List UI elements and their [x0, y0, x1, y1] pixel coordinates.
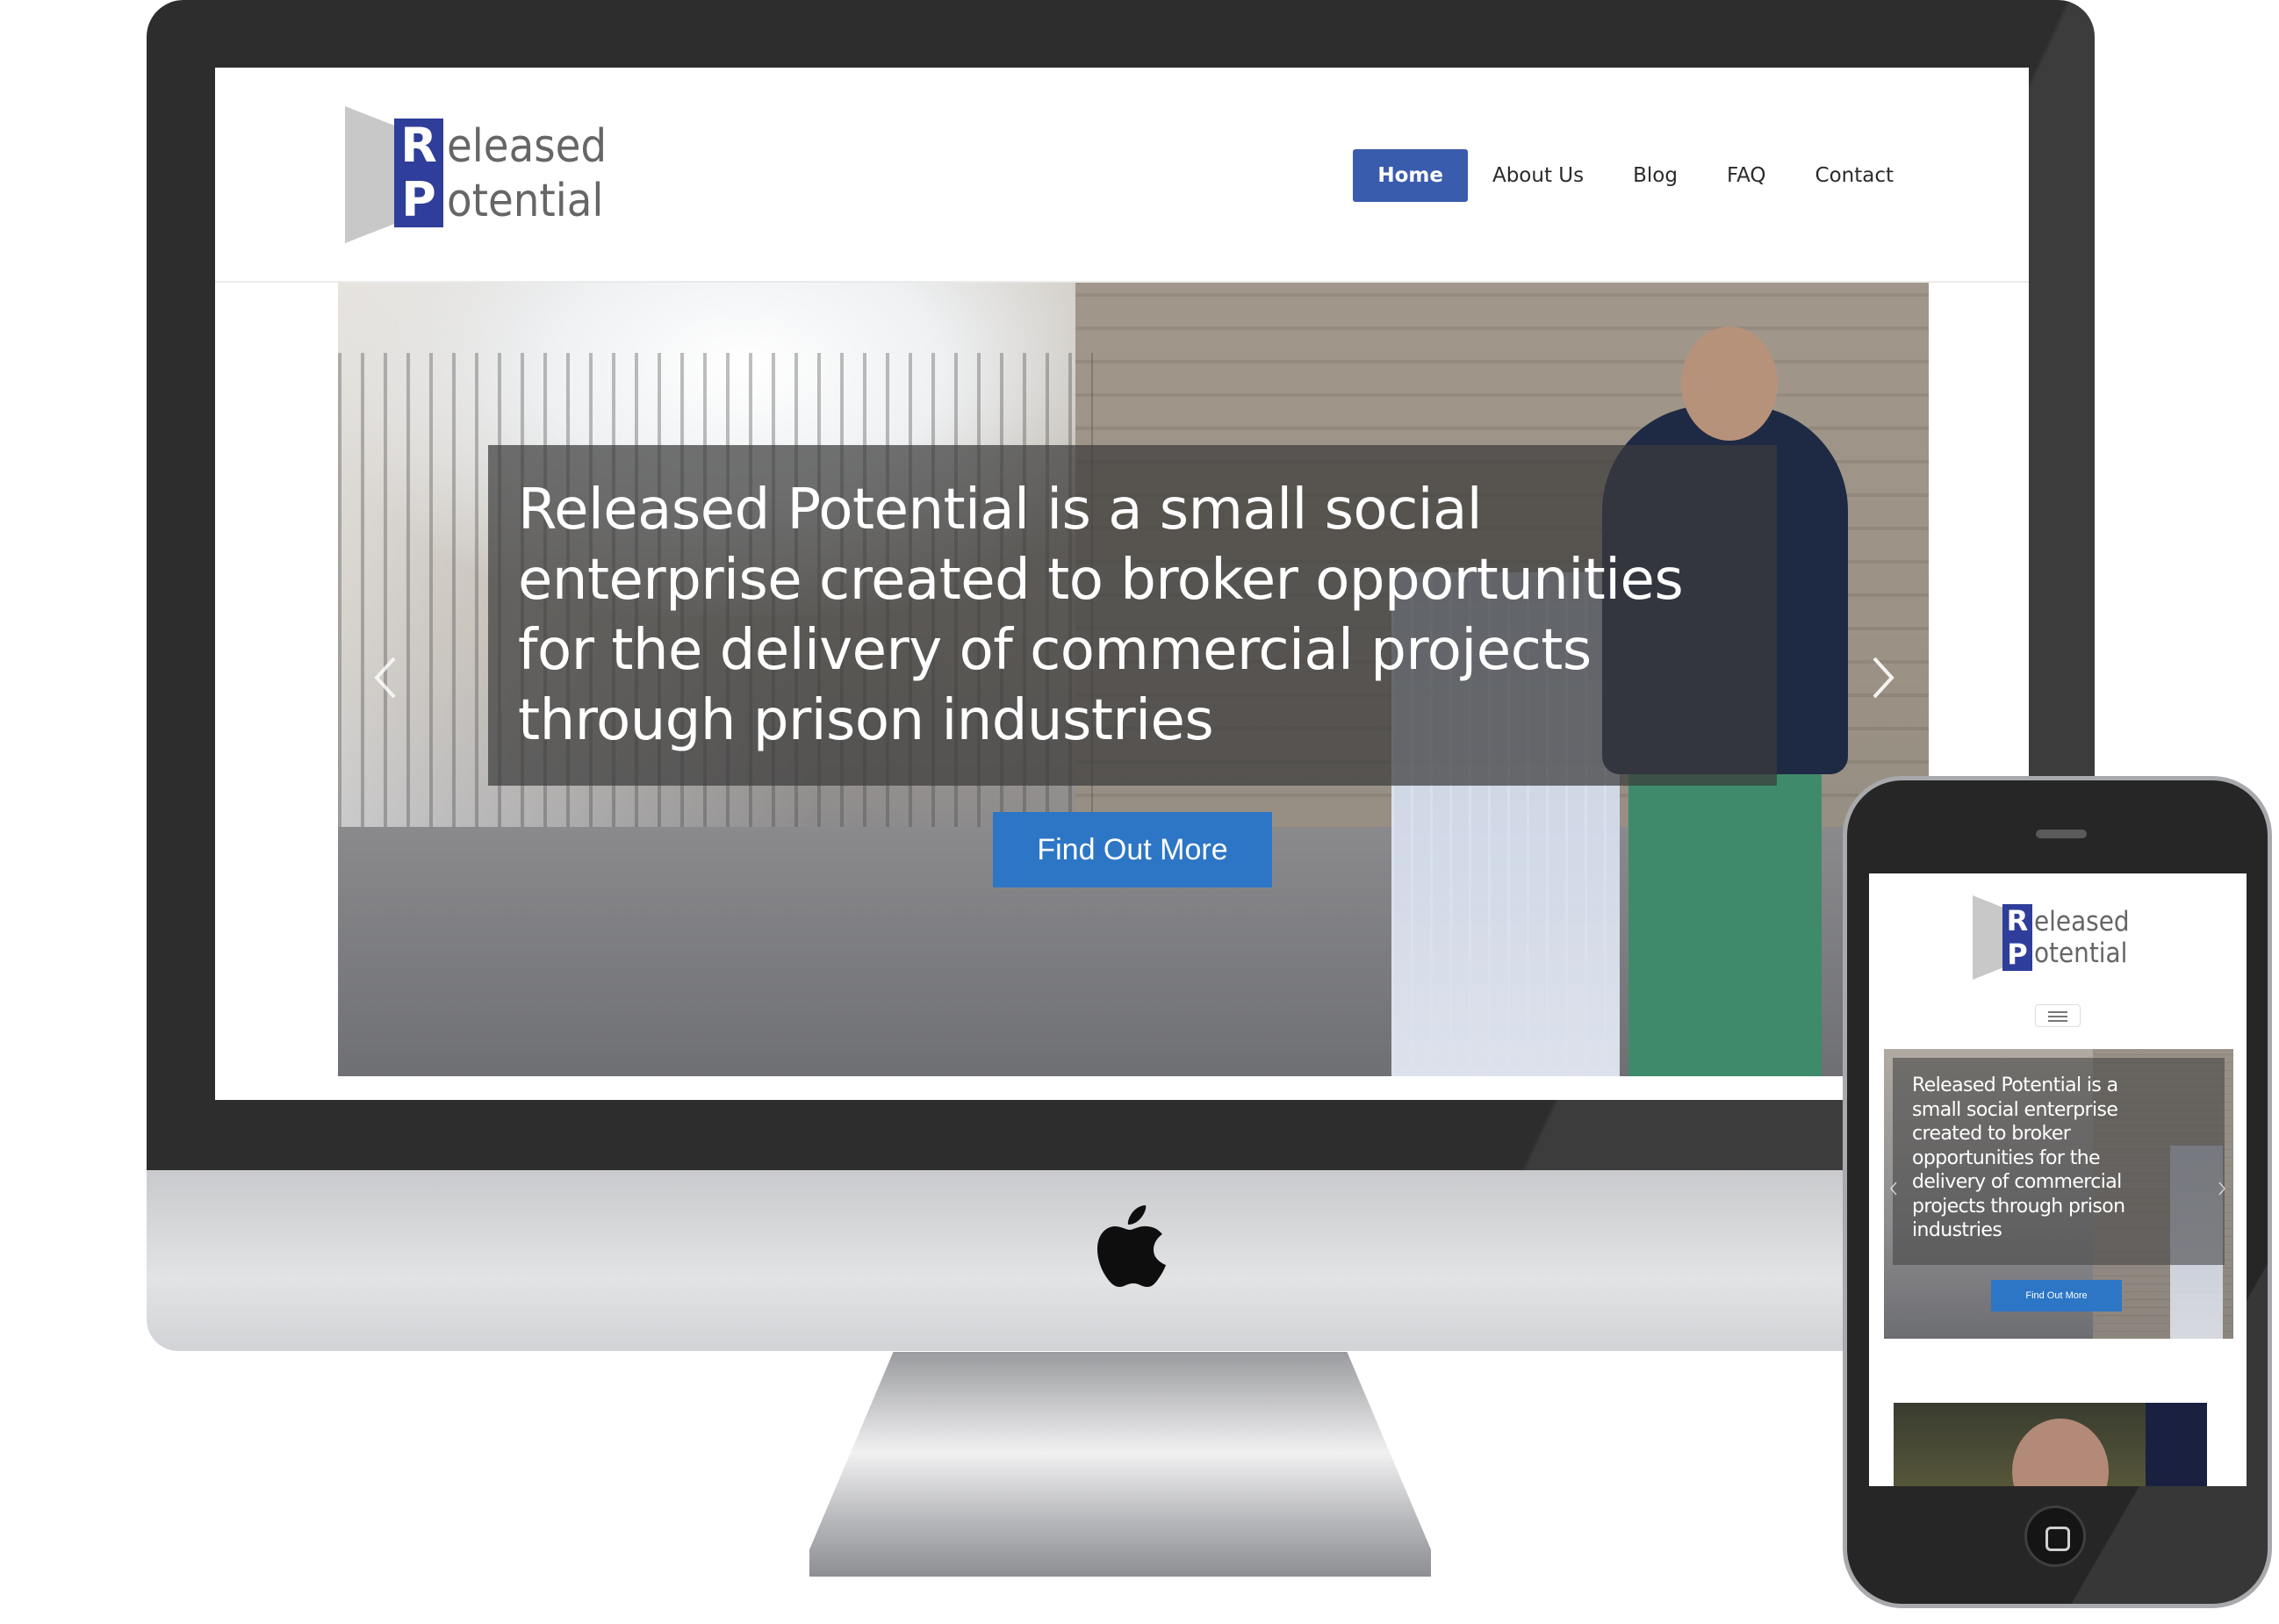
logo-word-otential: otential [447, 175, 604, 227]
hero-image-person-legs [1628, 774, 1822, 1076]
hamburger-line [2048, 1011, 2067, 1013]
nav-item-faq[interactable]: FAQ [1702, 149, 1791, 202]
mobile-hero-slider: Released Potential is a small social ent… [1884, 1049, 2233, 1339]
m-caption-line-7: industries [1912, 1219, 2002, 1241]
hamburger-menu-icon[interactable] [2035, 1004, 2081, 1027]
caption-line-4: through prison industries [518, 688, 1214, 753]
mobile-profile-photo [1894, 1403, 2207, 1486]
site-header: R P eleased otential Home About Us Blog … [215, 68, 2029, 283]
home-button-icon[interactable] [2024, 1505, 2086, 1567]
hamburger-line [2048, 1020, 2067, 1022]
phone-speaker [2036, 830, 2087, 838]
hero-slider: Released Potential is a small social ent… [338, 283, 1929, 1076]
mobile-chevron-left-icon[interactable] [1889, 1181, 1898, 1196]
main-nav: Home About Us Blog FAQ Contact [1353, 149, 1918, 202]
mobile-hero-caption-text: Released Potential is a small social ent… [1912, 1074, 2205, 1243]
mobile-photo-bg [2146, 1403, 2207, 1486]
nav-item-home[interactable]: Home [1353, 149, 1468, 202]
home-button-square [2045, 1527, 2070, 1551]
apple-logo-icon [1097, 1205, 1166, 1287]
hero-caption-text: Released Potential is a small social ent… [518, 475, 1747, 756]
mobile-screen: R P eleased otential Released Potential … [1869, 873, 2247, 1486]
mobile-find-out-more-button[interactable]: Find Out More [1991, 1280, 2122, 1311]
m-caption-line-2: small social enterprise [1912, 1098, 2118, 1121]
mobile-logo-letter-p: P [2002, 938, 2032, 971]
mobile-photo-face [2012, 1419, 2109, 1486]
mobile-logo-flap [1973, 895, 2002, 980]
nav-item-blog[interactable]: Blog [1608, 149, 1702, 202]
imac-stand [809, 1352, 1431, 1577]
mobile-hero-caption: Released Potential is a small social ent… [1893, 1058, 2225, 1265]
mobile-logo-word-eleased: eleased [2034, 906, 2130, 938]
m-caption-line-5: delivery of commercial [1912, 1171, 2122, 1193]
mobile-logo-word-otential: otential [2034, 938, 2128, 969]
find-out-more-button[interactable]: Find Out More [993, 812, 1272, 887]
caption-line-2: enterprise created to broker opportuniti… [518, 548, 1684, 613]
logo-flap [345, 106, 394, 243]
mobile-site-logo[interactable]: R P eleased otential [1973, 895, 2148, 980]
nav-item-about-us[interactable]: About Us [1468, 149, 1608, 202]
nav-item-contact[interactable]: Contact [1791, 149, 1918, 202]
m-caption-line-6: projects through prison [1912, 1195, 2125, 1218]
desktop-screen: R P eleased otential Home About Us Blog … [215, 68, 2029, 1100]
m-caption-line-3: created to broker [1912, 1123, 2071, 1145]
phone-device: R P eleased otential Released Potential … [1843, 776, 2272, 1608]
hamburger-line [2048, 1016, 2067, 1017]
hero-caption: Released Potential is a small social ent… [488, 445, 1777, 786]
caption-line-3: for the delivery of commercial projects [518, 618, 1592, 683]
chevron-left-icon[interactable] [368, 651, 403, 704]
logo-letter-r: R [394, 119, 443, 173]
site-logo[interactable]: R P eleased otential [345, 106, 617, 243]
hero-image-person-head [1681, 327, 1778, 441]
m-caption-line-1: Released Potential is a [1912, 1074, 2118, 1096]
chevron-right-icon[interactable] [1866, 651, 1901, 704]
caption-line-1: Released Potential is a small social [518, 478, 1483, 543]
mobile-logo-letter-r: R [2002, 904, 2032, 938]
logo-letter-p: P [394, 173, 443, 227]
logo-word-eleased: eleased [447, 120, 607, 173]
m-caption-line-4: opportunities for the [1912, 1146, 2101, 1169]
mobile-chevron-right-icon[interactable] [2218, 1181, 2226, 1196]
